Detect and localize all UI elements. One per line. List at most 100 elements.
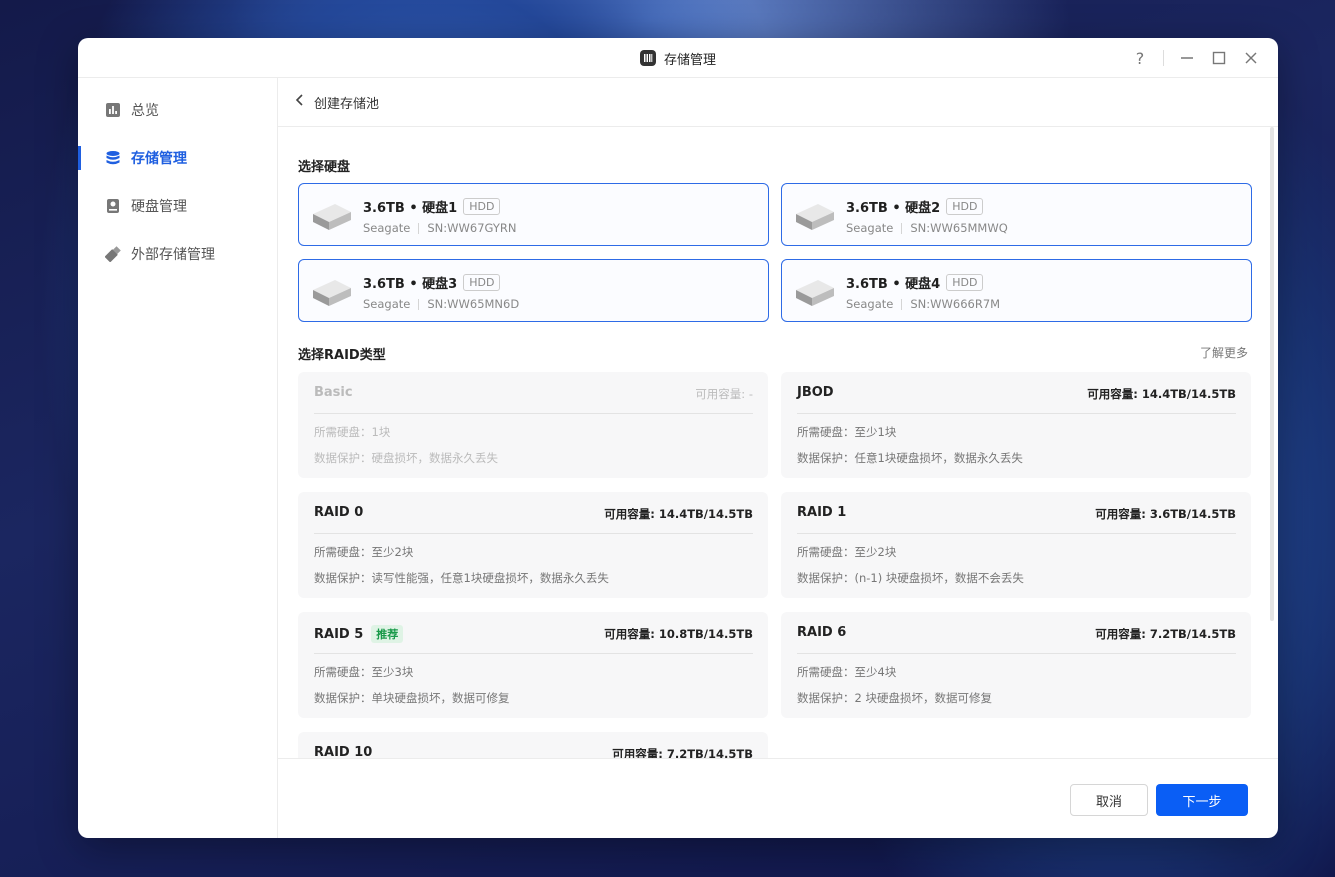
disk-serial: SN:WW65MN6D	[427, 297, 520, 311]
raid-name-text: JBOD	[797, 385, 834, 400]
storage-window: 存储管理 ? 总览 存储管理 硬盘管理 外部存储管理 创建存储池 选择硬盘 3.…	[78, 38, 1278, 838]
raid-capacity: 可用容量: 7.2TB/14.5TB	[1095, 627, 1236, 641]
window-controls: ?	[1131, 38, 1260, 78]
hdd-tag: HDD	[463, 198, 501, 215]
hdd-tag: HDD	[946, 274, 984, 291]
raid-capacity: 可用容量: 7.2TB/14.5TB	[612, 747, 753, 758]
raid-name: JBOD	[797, 385, 834, 400]
main-panel: 创建存储池 选择硬盘 3.6TB • 硬盘1 HDD Seagate SN:WW…	[278, 78, 1278, 838]
meta-divider	[418, 298, 420, 310]
chart-icon	[105, 102, 121, 118]
hdd-tag: HDD	[946, 198, 984, 215]
hdd-icon	[313, 280, 351, 306]
raid-name: RAID 5 推荐	[314, 625, 404, 643]
disk-brand: Seagate	[846, 297, 894, 311]
disk-card-3[interactable]: 3.6TB • 硬盘3 HDD Seagate SN:WW65MN6D	[298, 259, 769, 322]
database-icon	[105, 150, 121, 166]
maximize-icon[interactable]	[1210, 49, 1228, 67]
raid-option-raid5[interactable]: RAID 5 推荐 可用容量: 10.8TB/14.5TB 所需硬盘：至少3块 …	[298, 612, 768, 718]
disk-title: 3.6TB • 硬盘1 HDD	[363, 197, 501, 216]
raid-capacity: 可用容量: -	[695, 387, 753, 401]
sidebar-item-disks[interactable]: 硬盘管理	[78, 186, 278, 226]
help-icon[interactable]: ?	[1131, 49, 1149, 68]
raid-name: RAID 6	[797, 625, 846, 640]
raid-name: Basic	[314, 385, 353, 400]
back-icon[interactable]	[294, 93, 306, 111]
hdd-icon	[796, 280, 834, 306]
cancel-button[interactable]: 取消	[1070, 784, 1148, 816]
disk-title: 3.6TB • 硬盘2 HDD	[846, 197, 984, 216]
sidebar-item-external[interactable]: 外部存储管理	[78, 234, 278, 274]
raid-protection: 数据保护：读写性能强，任意1块硬盘损坏，数据永久丢失	[314, 571, 609, 585]
raid-option-raid6[interactable]: RAID 6 可用容量: 7.2TB/14.5TB 所需硬盘：至少4块 数据保护…	[781, 612, 1251, 718]
sidebar-item-label: 外部存储管理	[131, 247, 215, 263]
raid-name-text: RAID 5	[314, 626, 364, 642]
close-icon[interactable]	[1242, 49, 1260, 67]
meta-divider	[901, 298, 903, 310]
raid-capacity: 可用容量: 3.6TB/14.5TB	[1095, 507, 1236, 521]
footer-bar: 取消 下一步	[278, 758, 1278, 838]
scrollbar-thumb[interactable]	[1270, 127, 1274, 621]
raid-name: RAID 10	[314, 745, 372, 758]
disk-serial: SN:WW67GYRN	[427, 221, 517, 235]
page-title[interactable]: 创建存储池	[314, 93, 379, 112]
raid-protection: 数据保护：(n-1) 块硬盘损坏，数据不会丢失	[797, 571, 1024, 585]
disk-serial: SN:WW666R7M	[910, 297, 1001, 311]
window-title-area: 存储管理	[78, 38, 1278, 78]
sidebar-item-label: 存储管理	[131, 151, 187, 167]
meta-divider	[418, 222, 420, 234]
disk-meta: Seagate SN:WW65MN6D	[363, 297, 519, 311]
raid-name-text: RAID 0	[314, 505, 364, 520]
hdd-tag: HDD	[463, 274, 501, 291]
disk-name: 3.6TB • 硬盘4	[846, 277, 941, 292]
disk-card-4[interactable]: 3.6TB • 硬盘4 HDD Seagate SN:WW666R7M	[781, 259, 1252, 322]
storage-app-icon	[639, 50, 656, 66]
raid-required: 所需硬盘：1块	[314, 425, 391, 439]
raid-protection: 数据保护：单块硬盘损坏，数据可修复	[314, 691, 510, 705]
raid-name-text: RAID 1	[797, 505, 847, 520]
sidebar-item-overview[interactable]: 总览	[78, 90, 278, 130]
subheader: 创建存储池	[278, 78, 1278, 127]
learn-more-link[interactable]: 了解更多	[1200, 344, 1248, 361]
controls-divider	[1163, 50, 1164, 66]
raid-option-raid0[interactable]: RAID 0 可用容量: 14.4TB/14.5TB 所需硬盘：至少2块 数据保…	[298, 492, 768, 598]
disk-meta: Seagate SN:WW666R7M	[846, 297, 1000, 311]
raid-option-raid10[interactable]: RAID 10 可用容量: 7.2TB/14.5TB	[298, 732, 768, 758]
select-raid-title: 选择RAID类型	[298, 348, 386, 363]
disk-name: 3.6TB • 硬盘2	[846, 201, 941, 216]
raid-required: 所需硬盘：至少4块	[797, 665, 897, 679]
sidebar-item-label: 硬盘管理	[131, 199, 187, 215]
window-title: 存储管理	[663, 52, 716, 68]
raid-capacity: 可用容量: 14.4TB/14.5TB	[1087, 387, 1236, 401]
disk-brand: Seagate	[363, 297, 411, 311]
raid-protection: 数据保护：任意1块硬盘损坏，数据永久丢失	[797, 451, 1023, 465]
disk-icon	[105, 198, 121, 214]
disk-card-2[interactable]: 3.6TB • 硬盘2 HDD Seagate SN:WW65MMWQ	[781, 183, 1252, 246]
raid-name-text: Basic	[314, 385, 353, 400]
usb-icon	[105, 246, 121, 262]
disk-brand: Seagate	[363, 221, 411, 235]
next-step-button[interactable]: 下一步	[1156, 784, 1248, 816]
disk-card-1[interactable]: 3.6TB • 硬盘1 HDD Seagate SN:WW67GYRN	[298, 183, 769, 246]
sidebar-item-storage[interactable]: 存储管理	[78, 138, 278, 178]
raid-name: RAID 1	[797, 505, 846, 520]
title-bar: 存储管理 ?	[78, 38, 1278, 78]
disk-title: 3.6TB • 硬盘3 HDD	[363, 273, 501, 292]
raid-option-jbod[interactable]: JBOD 可用容量: 14.4TB/14.5TB 所需硬盘：至少1块 数据保护：…	[781, 372, 1251, 478]
raid-divider	[797, 653, 1236, 654]
hdd-icon	[796, 204, 834, 230]
sidebar: 总览 存储管理 硬盘管理 外部存储管理	[78, 78, 278, 838]
raid-required: 所需硬盘：至少2块	[314, 545, 414, 559]
disk-title: 3.6TB • 硬盘4 HDD	[846, 273, 984, 292]
raid-capacity: 可用容量: 14.4TB/14.5TB	[604, 507, 753, 521]
content-scroll-area[interactable]: 选择硬盘 3.6TB • 硬盘1 HDD Seagate SN:WW67GYRN…	[278, 127, 1278, 758]
raid-divider	[797, 533, 1236, 534]
meta-divider	[901, 222, 903, 234]
raid-capacity: 可用容量: 10.8TB/14.5TB	[604, 627, 753, 641]
minimize-icon[interactable]	[1178, 49, 1196, 67]
raid-option-raid1[interactable]: RAID 1 可用容量: 3.6TB/14.5TB 所需硬盘：至少2块 数据保护…	[781, 492, 1251, 598]
select-disk-title: 选择硬盘	[298, 160, 351, 175]
disk-name: 3.6TB • 硬盘3	[363, 277, 458, 292]
raid-divider	[314, 653, 753, 654]
disk-serial: SN:WW65MMWQ	[910, 221, 1008, 235]
